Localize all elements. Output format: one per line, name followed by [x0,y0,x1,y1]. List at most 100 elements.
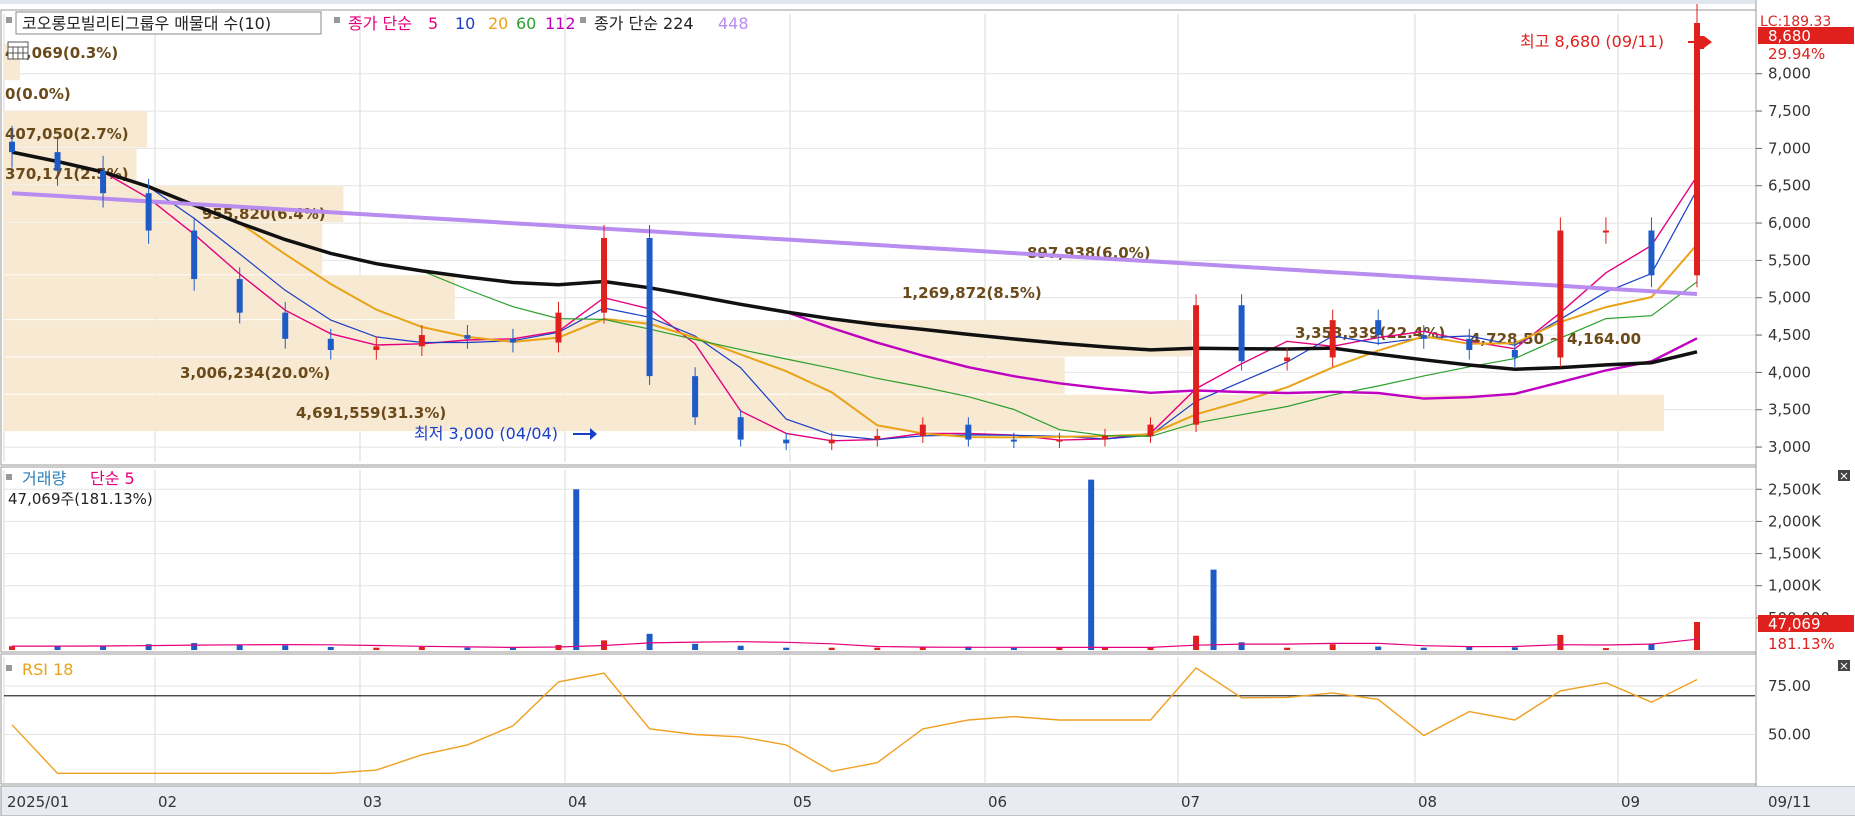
rsi-close-icon[interactable] [1838,660,1850,671]
current-price: 8,680 [1768,27,1811,45]
candle-body [464,335,471,339]
volume-axis-label: 2,500K [1768,480,1822,498]
volume-bar [874,647,881,650]
price-axis-label: 7,500 [1768,102,1811,120]
candle-body [601,238,608,313]
date-label: 05 [793,793,812,811]
volume-profile-label: 3,006,234(20.0%) [180,364,330,382]
price-axis-label: 6,000 [1768,214,1811,232]
volume-profile-label: 4,691,559(31.3%) [296,404,446,422]
stock-chart: 47,069(0.3%)0(0.0%)407,050(2.7%)370,171(… [0,0,1855,816]
price-axis-label: 3,000 [1768,438,1811,456]
ma-period-112: 112 [545,14,576,33]
volume-ma-label: 단순 5 [90,469,135,488]
volume-bar [1238,642,1245,650]
candle-body [1420,335,1427,339]
volume-bar [373,647,380,650]
volume-bar [327,646,334,650]
volume-profile-label: 407,050(2.7%) [5,125,129,143]
candle-body [1010,439,1017,442]
calendar-icon[interactable] [7,41,29,60]
date-label: 03 [363,793,382,811]
candle-body [1511,350,1518,358]
volume-bar [282,645,289,650]
ma-long-label: 종가 단순 224 [594,14,694,33]
volume-bar [9,646,15,650]
date-label: 09 [1621,793,1640,811]
volume-bar [828,647,835,650]
volume-bar [1056,647,1063,650]
volume-badge-pct: 181.13% [1768,635,1835,653]
date-axis-bar [0,785,1855,816]
ma-period-20: 20 [488,14,508,33]
volume-profile-band [4,275,455,320]
candle-body [282,312,289,339]
volume-bar [1101,647,1108,650]
volume-bar [1010,647,1017,650]
volume-bar [1602,648,1609,650]
candle-body [1648,230,1655,276]
ma-period-60: 60 [516,14,536,33]
candle-body [1101,435,1108,440]
candle-body [783,439,790,444]
candle-body [1329,320,1336,358]
ma-long-period: 448 [718,14,749,33]
candle-body [919,424,926,436]
volume-bar [1466,646,1473,650]
volume-bar [783,647,790,650]
volume-title: 거래량 [22,469,66,488]
volume-axis-label: 1,500K [1768,545,1822,563]
volume-profile-band [4,357,1065,394]
candle-body [236,279,243,313]
candle-body [1284,357,1291,362]
date-label: 06 [988,793,1007,811]
rsi-title: RSI 18 [22,660,73,679]
volume-bar [54,646,61,650]
candle-body [1238,305,1245,362]
candle-body [1193,305,1200,425]
candle-body [373,346,380,350]
price-axis-label: 5,500 [1768,251,1811,269]
volume-spike-bar [1088,479,1095,650]
chart-title: 코오롱모빌리티그룹우 매물대 수(10) [22,14,271,33]
volume-bar [1420,647,1427,650]
date-label: 2025/01 [7,793,69,811]
volume-bar [509,647,516,650]
candle-body [1694,22,1700,276]
volume-panel [0,466,1757,653]
candle-body [874,435,881,440]
volume-profile-label: 0(0.0%) [5,85,71,103]
volume-profile-band [4,394,1664,432]
candle-body [1056,439,1063,442]
candle-body [145,193,152,231]
volume-bar [1329,644,1336,650]
volume-close-icon[interactable] [1838,470,1850,481]
volume-bar [418,646,425,650]
volume-bar [1557,634,1564,650]
price-axis-label: 5,000 [1768,289,1811,307]
price-axis-label: 8,000 [1768,65,1811,83]
volume-axis-label: 1,000K [1768,577,1822,595]
ma-period-5: 5 [428,14,438,33]
candle-body [9,141,15,153]
volume-spike-bar [573,489,580,650]
volume-bar [1284,647,1291,650]
date-label: 04 [568,793,587,811]
high-annotation: 최고 8,680 (09/11) [1520,32,1664,51]
date-end-label: 09/11 [1768,793,1811,811]
volume-bar [737,645,744,650]
volume-bar [1193,635,1200,650]
volume-profile-label: 1,269,872(8.5%) [902,284,1042,302]
volume-bar [646,633,653,650]
candle-body [965,424,972,440]
rsi-axis-label: 75.00 [1768,677,1811,695]
candle-body [100,170,107,194]
candle-body [555,312,562,343]
volume-spike-bar [1210,569,1217,650]
volume-bar [191,643,198,650]
volume-bar [692,643,699,650]
candle-body [1466,338,1473,350]
volume-bar [1694,621,1700,650]
date-label: 08 [1418,793,1437,811]
price-axis-label: 4,500 [1768,326,1811,344]
